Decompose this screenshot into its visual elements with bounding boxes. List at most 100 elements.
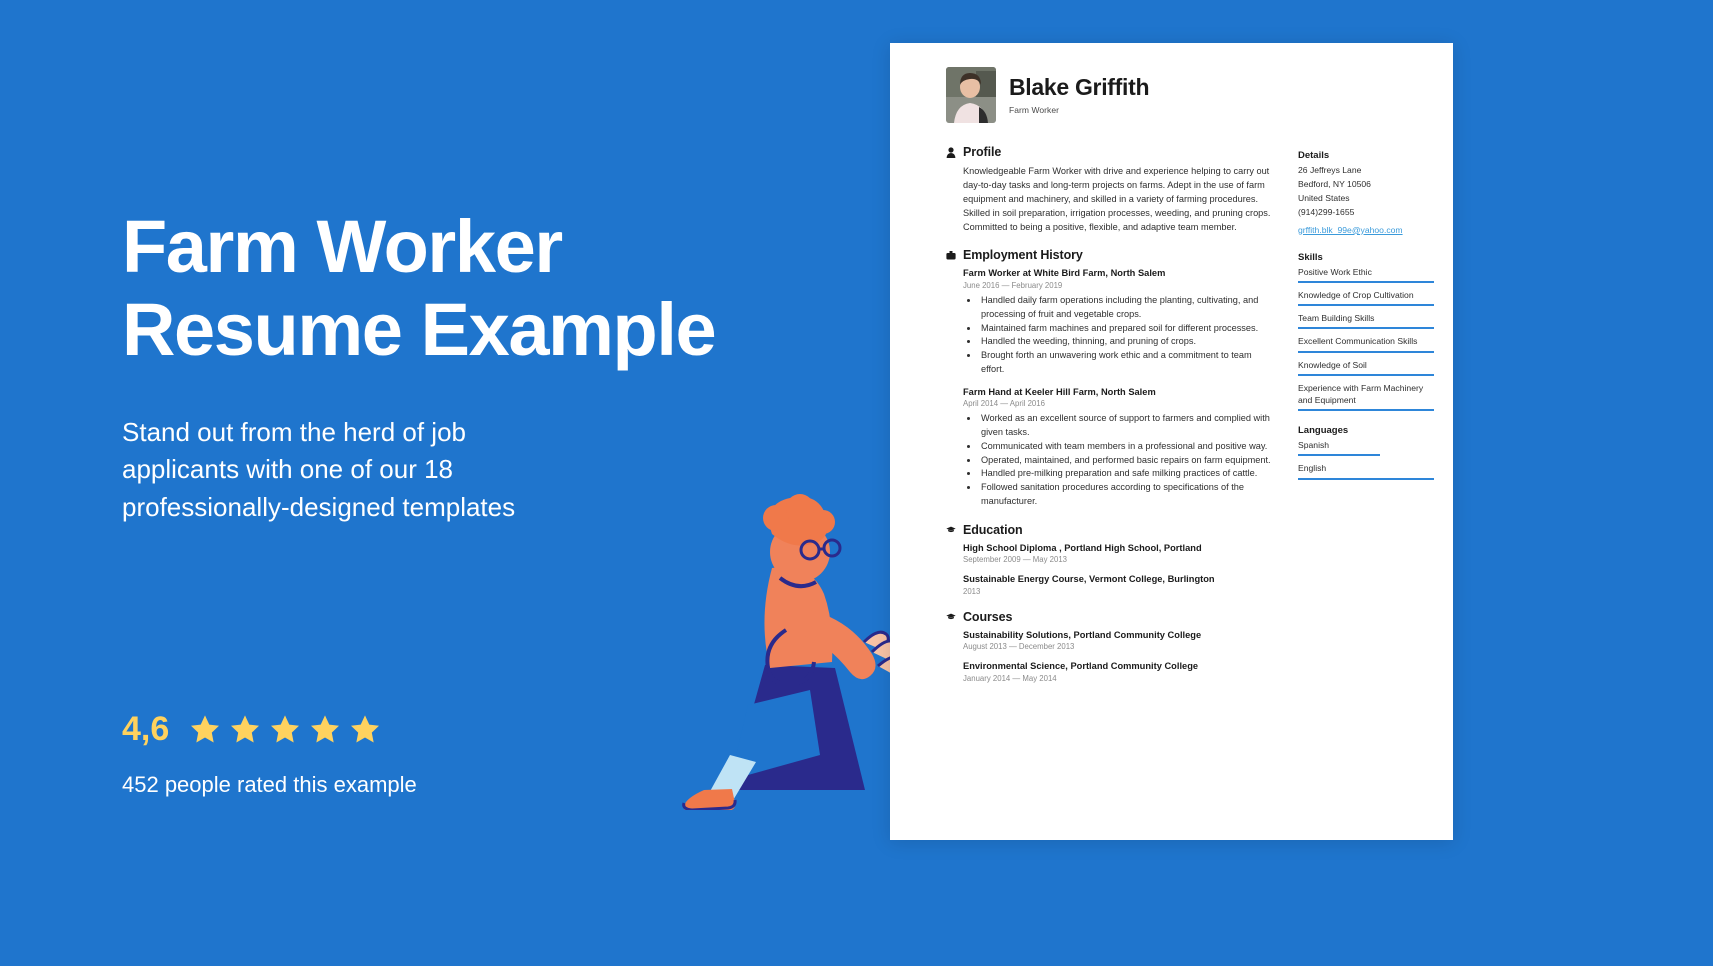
skill-level-bar [1298, 304, 1434, 307]
skill-item: Excellent Communication Skills [1298, 335, 1434, 353]
section-employment-title: Employment History [963, 248, 1083, 263]
graduation-cap-icon [946, 526, 956, 533]
language-label: English [1298, 463, 1327, 474]
skill-level-bar [1298, 280, 1434, 283]
rating-row: 4,6 [122, 712, 417, 746]
course-date: January 2014 — May 2014 [963, 674, 1057, 684]
job-bullets: Worked as an excellent source of support… [979, 412, 1276, 509]
languages-title: Languages [1298, 425, 1349, 437]
skill-item: Experience with Farm Machinery and Equip… [1298, 382, 1434, 412]
skill-level-bar [1298, 327, 1434, 330]
job-date: April 2014 — April 2016 [963, 399, 1045, 409]
rating-block: 4,6 452 people rated this example [122, 712, 417, 798]
section-education-body: High School Diploma , Portland High Scho… [946, 542, 1276, 596]
job-bullets: Handled daily farm operations including … [979, 294, 1276, 377]
language-level-track [1298, 477, 1434, 480]
resume-main-column: Profile Knowledgeable Farm Worker with d… [946, 145, 1276, 697]
resume-header: Blake Griffith Farm Worker [946, 67, 1415, 123]
star-icon [191, 715, 220, 743]
job-bullet: Operated, maintained, and performed basi… [979, 454, 1276, 468]
course-title: Sustainability Solutions, Portland Commu… [963, 629, 1202, 640]
education-entry: High School Diploma , Portland High Scho… [963, 542, 1276, 565]
skills-block: Skills Positive Work Ethic Knowledge of … [1298, 251, 1434, 412]
job-title: Farm Hand at Keeler Hill Farm, North Sal… [963, 386, 1156, 397]
course-title: Environmental Science, Portland Communit… [963, 661, 1199, 672]
education-entry: Sustainable Energy Course, Vermont Colle… [963, 573, 1276, 596]
detail-address-street: 26 Jeffreys Lane [1298, 165, 1362, 175]
candidate-name: Blake Griffith [1009, 74, 1150, 101]
section-courses-body: Sustainability Solutions, Portland Commu… [946, 629, 1276, 683]
detail-email-link[interactable]: grffith.blk_99e@yahoo.com [1298, 225, 1403, 235]
person-icon [946, 146, 956, 158]
skill-item: Positive Work Ethic [1298, 266, 1434, 283]
job-bullet: Worked as an excellent source of support… [979, 412, 1276, 440]
section-employment-body: Farm Worker at White Bird Farm, North Sa… [946, 267, 1276, 508]
promo-subtitle-line-3: professionally-designed templates [122, 492, 516, 523]
details-title: Details [1298, 150, 1330, 161]
avatar [946, 67, 996, 123]
language-level-fill [1298, 477, 1434, 480]
skill-label: Team Building Skills [1298, 313, 1375, 324]
languages-block: Languages Spanish English [1298, 425, 1434, 480]
job-bullet: Followed sanitation procedures according… [979, 481, 1276, 509]
profile-text: Knowledgeable Farm Worker with drive and… [963, 166, 1271, 233]
skills-title: Skills [1298, 251, 1323, 263]
section-education-title: Education [963, 522, 1023, 537]
skill-label: Experience with Farm Machinery and Equip… [1298, 382, 1424, 405]
section-profile-title: Profile [963, 145, 1002, 159]
promo-subtitle-line-2: applicants with one of our 18 [122, 454, 453, 485]
briefcase-icon [946, 250, 956, 260]
skill-item: Knowledge of Soil [1298, 359, 1434, 376]
star-icon [311, 715, 340, 743]
education-date: September 2009 — May 2013 [963, 555, 1068, 565]
skill-level-bar [1298, 409, 1434, 412]
section-education: Education High School Diploma , Portland… [946, 523, 1276, 596]
avatar-photo [946, 67, 996, 123]
skill-item: Team Building Skills [1298, 312, 1434, 330]
course-entry: Sustainability Solutions, Portland Commu… [963, 629, 1276, 652]
section-courses-header: Courses [946, 610, 1276, 624]
details-block: Details 26 Jeffreys Lane Bedford, NY 105… [1298, 150, 1434, 238]
star-rating [189, 713, 381, 745]
star-icon [271, 715, 300, 743]
skill-item: Knowledge of Crop Cultivation [1298, 289, 1434, 307]
resume-preview-card[interactable]: Blake Griffith Farm Worker Profile Knowl… [890, 43, 1453, 840]
job-entry: Farm Hand at Keeler Hill Farm, North Sal… [963, 386, 1276, 509]
detail-address-city: Bedford, NY 10506 [1298, 178, 1371, 189]
detail-phone: (914)299-1655 [1298, 206, 1355, 217]
skill-level-bar [1298, 373, 1434, 376]
skill-label: Positive Work Ethic [1298, 266, 1372, 277]
section-profile: Profile Knowledgeable Farm Worker with d… [946, 145, 1276, 234]
detail-address-country: United States [1298, 192, 1350, 203]
skill-label: Excellent Communication Skills [1298, 336, 1418, 347]
language-item: Spanish [1298, 439, 1434, 457]
star-icon [351, 715, 380, 743]
section-profile-header: Profile [946, 145, 1276, 159]
language-label: Spanish [1298, 440, 1330, 451]
page-title-line-2: Resume Example [122, 287, 717, 371]
education-title: Sustainable Energy Course, Vermont Colle… [963, 574, 1215, 585]
promo-subtitle: Stand out from the herd of job applicant… [122, 414, 592, 527]
section-courses: Courses Sustainability Solutions, Portla… [946, 610, 1276, 683]
rating-count: 452 people rated this example [122, 772, 417, 797]
job-bullet: Maintained farm machines and prepared so… [979, 322, 1276, 336]
section-profile-body: Knowledgeable Farm Worker with drive and… [946, 164, 1276, 234]
education-date: 2013 [963, 586, 981, 596]
section-education-header: Education [946, 523, 1276, 537]
skill-label: Knowledge of Soil [1298, 359, 1367, 370]
job-bullet: Brought forth an unwavering work ethic a… [979, 349, 1276, 377]
page-title: Farm Worker Resume Example [122, 205, 822, 372]
language-level-track [1298, 454, 1434, 457]
promo-subtitle-line-1: Stand out from the herd of job [122, 416, 466, 447]
education-title: High School Diploma , Portland High Scho… [963, 542, 1202, 553]
name-block: Blake Griffith Farm Worker [1009, 74, 1150, 115]
skill-label: Knowledge of Crop Cultivation [1298, 289, 1414, 300]
promo-panel: Farm Worker Resume Example Stand out fro… [122, 0, 822, 966]
job-title: Farm Worker at White Bird Farm, North Sa… [963, 268, 1166, 279]
section-courses-title: Courses [963, 609, 1013, 624]
language-level-fill [1298, 454, 1380, 457]
resume-body: Profile Knowledgeable Farm Worker with d… [946, 145, 1434, 697]
course-date: August 2013 — December 2013 [963, 642, 1075, 652]
job-bullet: Handled pre-milking preparation and safe… [979, 467, 1276, 481]
job-bullet: Communicated with team members in a prof… [979, 440, 1276, 454]
